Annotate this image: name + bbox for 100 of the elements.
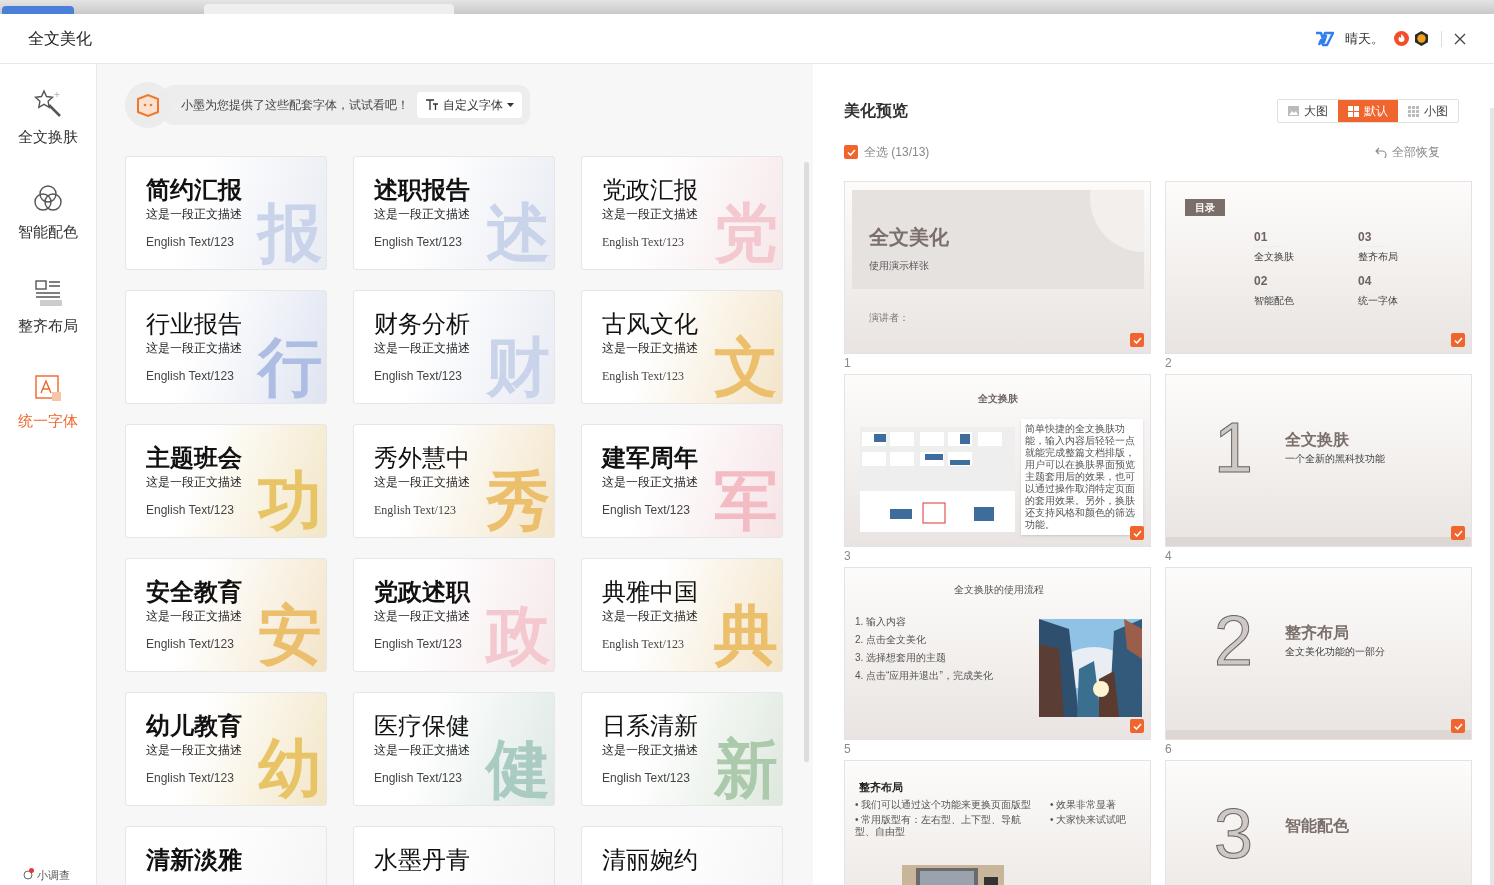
caret-icon — [507, 103, 514, 107]
check-icon — [846, 148, 856, 156]
slide-number: 6 — [1165, 741, 1173, 758]
font-title: 党政汇报 — [602, 175, 699, 205]
slide-checkbox[interactable] — [1451, 526, 1465, 540]
check-icon — [1132, 336, 1142, 344]
outline-digit: 3 — [1214, 799, 1253, 869]
check-icon — [1132, 722, 1142, 730]
font-title: 主题班会 — [146, 443, 243, 473]
font-card[interactable]: 水墨丹青 — [353, 826, 555, 885]
custom-font-dropdown[interactable]: 自定义字体 — [417, 92, 522, 118]
font-description: 这是一段正文描述 — [602, 742, 699, 759]
slide-checkbox[interactable] — [1451, 719, 1465, 733]
font-title: 清丽婉约 — [602, 845, 699, 875]
font-description: 这是一段正文描述 — [374, 474, 471, 491]
slide-text: 04 — [1358, 272, 1386, 291]
english-sample: English Text/123 — [146, 234, 235, 251]
slide-title: 智能配色 — [1285, 816, 1349, 836]
user-name[interactable]: 晴天。 — [1345, 28, 1384, 49]
font-description: 这是一段正文描述 — [602, 340, 699, 357]
scrollbar-thumb[interactable] — [804, 162, 809, 762]
slide-text: 03 — [1358, 228, 1386, 247]
font-description: 这是一段正文描述 — [374, 206, 471, 223]
english-sample: English Text/123 — [602, 636, 685, 653]
slide-text: • 效果非常显著 — [1050, 799, 1118, 811]
restore-all-link[interactable]: 全部恢复 — [1392, 143, 1440, 161]
english-sample: English Text/123 — [602, 770, 691, 787]
english-sample: English Text/123 — [146, 770, 235, 787]
font-title: 日系清新 — [602, 711, 699, 741]
box-mascot-icon — [135, 93, 161, 117]
slide-number: 3 — [844, 548, 852, 565]
logo-icon — [1315, 30, 1335, 47]
slide-checkbox[interactable] — [1130, 719, 1144, 733]
font-title: 行业报告 — [146, 309, 243, 339]
english-sample: English Text/123 — [146, 368, 235, 385]
slide-number: 2 — [1165, 355, 1173, 372]
check-icon — [1132, 529, 1142, 537]
slide-text: 3. 选择想套用的主题 — [855, 651, 948, 665]
font-card[interactable]: 清新淡雅 — [125, 826, 327, 885]
background-character: 典 — [714, 603, 778, 667]
font-description: 这是一段正文描述 — [146, 608, 243, 625]
slide-number: 5 — [844, 741, 852, 758]
slide-thumbnail[interactable]: 2 整齐布局 全文美化功能的一部分 — [1165, 567, 1472, 740]
sidebar-item[interactable]: 智能配色 — [6, 178, 90, 247]
slide-thumbnail[interactable]: 全文换肤 简单快捷的全文换肤功能，输入内容后轻轻一点就能完成整篇文档排版，用户可以在换肤界面预览主题套用后的效果，也可以通过操作取消特定页面的套用效果。另外，换肤还支持风格和颜色的筛选功能。 — [844, 374, 1151, 547]
slide-thumbnail[interactable]: 3 智能配色 — [1165, 760, 1472, 885]
font-card[interactable]: 清丽婉约 — [581, 826, 783, 885]
english-sample: English Text/123 — [602, 502, 691, 519]
background-character: 秀 — [486, 469, 550, 533]
background-character: 幼 — [258, 737, 322, 801]
font-description: 这是一段正文描述 — [374, 340, 471, 357]
font-description: 这是一段正文描述 — [602, 608, 699, 625]
slide-thumbnail[interactable]: 全文换肤的使用流程 1. 输入内容 2. 点击全文美化 3. 选择想套用的主题 4. 点击“应用并退出”，完成美化 — [844, 567, 1151, 740]
slide-thumbnail[interactable]: 1 全文换肤 一个全新的黑科技功能 — [1165, 374, 1472, 547]
select-all-checkbox[interactable]: 全选 (13/13) — [844, 143, 930, 161]
fire-badge-icon[interactable] — [1394, 31, 1409, 46]
survey-link[interactable]: 小调查 — [37, 866, 70, 883]
font-title: 简约汇报 — [146, 175, 243, 205]
english-sample: English Text/123 — [146, 636, 235, 653]
window-title: 全文美化 — [28, 28, 92, 49]
font-description: 这是一段正文描述 — [146, 742, 243, 759]
slide-checkbox[interactable] — [1130, 526, 1144, 540]
check-icon — [1453, 529, 1463, 537]
outline-digit: 1 — [1214, 413, 1253, 483]
coin-badge-icon[interactable] — [1414, 31, 1429, 46]
font-description: 这是一段正文描述 — [602, 206, 699, 223]
panel-title: 美化预览 — [844, 101, 908, 121]
slide-text: 2. 点击全文美化 — [855, 633, 928, 647]
slide-number: 1 — [844, 355, 852, 372]
hint-text: 小墨为您提供了这些配套字体，试试看吧！ — [181, 97, 409, 114]
background-character: 行 — [258, 335, 322, 399]
slide-thumbnail[interactable]: 整齐布局 • 我们可以通过这个功能来更换页面版型 • 常用版型有：左右型、上下型、导航型、自由型 • 效果非常显著 • 大家快来试试吧 — [844, 760, 1151, 885]
slide-text: 整齐布局 — [1358, 250, 1399, 264]
undo-icon[interactable] — [1375, 146, 1387, 158]
slide-checkbox[interactable] — [1130, 333, 1144, 347]
check-icon — [1453, 336, 1463, 344]
slide-title: 全文美化 — [869, 225, 950, 250]
slide-thumbnail[interactable]: 目录 01 全文换肤 03 整齐布局 02 智能配色 04 统一字体 — [1165, 181, 1472, 354]
font-description: 这是一段正文描述 — [602, 474, 699, 491]
check-icon — [1453, 722, 1463, 730]
close-icon[interactable] — [1454, 32, 1466, 45]
font-title: 水墨丹青 — [374, 845, 471, 875]
slide-thumbnail[interactable]: 全文美化 使用演示样张 演讲者： — [844, 181, 1151, 354]
slide-title: 全文换肤的使用流程 — [952, 583, 1045, 597]
slide-title: 整齐布局 — [859, 780, 903, 795]
font-description: 这是一段正文描述 — [146, 474, 243, 491]
slide-title: 全文换肤 — [976, 392, 1019, 406]
font-title: 古风文化 — [602, 309, 699, 339]
font-title: 清新淡雅 — [146, 845, 243, 875]
outline-digit: 2 — [1214, 606, 1253, 676]
slide-text: • 我们可以通过这个功能来更换页面版型 — [855, 799, 1033, 811]
sidebar-item[interactable]: 全文换肤 — [6, 84, 90, 153]
english-sample: English Text/123 — [374, 636, 463, 653]
grid-icon — [1348, 105, 1359, 117]
sidebar-item[interactable]: 整齐布局 — [6, 273, 90, 342]
english-sample: English Text/123 — [602, 368, 685, 385]
slide-checkbox[interactable] — [1451, 333, 1465, 347]
slide-title: 目录 — [1185, 199, 1225, 216]
background-character: 功 — [258, 469, 322, 533]
small-grid-icon — [1408, 105, 1419, 117]
